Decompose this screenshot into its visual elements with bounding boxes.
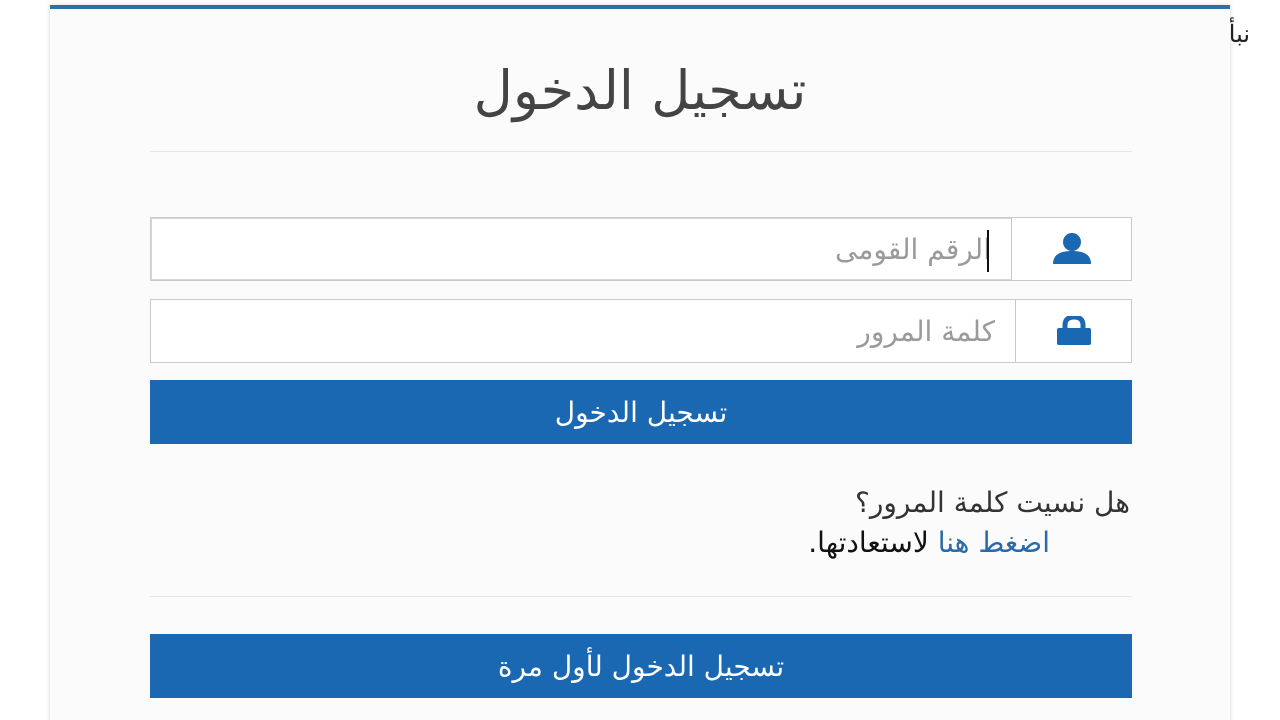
lock-icon	[1056, 316, 1091, 345]
recover-link[interactable]: اضغط هنا	[938, 526, 1050, 559]
forgot-password-text: هل نسيت كلمة المرور؟	[854, 486, 1130, 519]
divider-bottom	[150, 596, 1132, 597]
login-card: تسجيل الدخول تسجيل الدخول هل نسيت	[50, 5, 1230, 720]
divider-top	[150, 151, 1132, 152]
first-login-button[interactable]: تسجيل الدخول لأول مرة	[150, 634, 1132, 698]
page-title: تسجيل الدخول	[473, 59, 807, 122]
password-addon	[1015, 300, 1131, 362]
login-button[interactable]: تسجيل الدخول	[150, 380, 1132, 444]
national-id-input[interactable]	[151, 218, 1013, 280]
page: نبأ العرب تسجيل الدخول تسجيل ا	[0, 0, 1280, 720]
recover-suffix: لاستعادتها.	[808, 526, 938, 559]
recover-line: اضغط هنا لاستعادتها.	[808, 523, 1050, 563]
password-field	[150, 299, 1132, 363]
text-caret	[987, 230, 989, 272]
national-id-addon	[1011, 218, 1131, 280]
password-input[interactable]	[151, 300, 1017, 362]
user-icon	[1052, 233, 1091, 264]
national-id-field	[150, 217, 1132, 281]
